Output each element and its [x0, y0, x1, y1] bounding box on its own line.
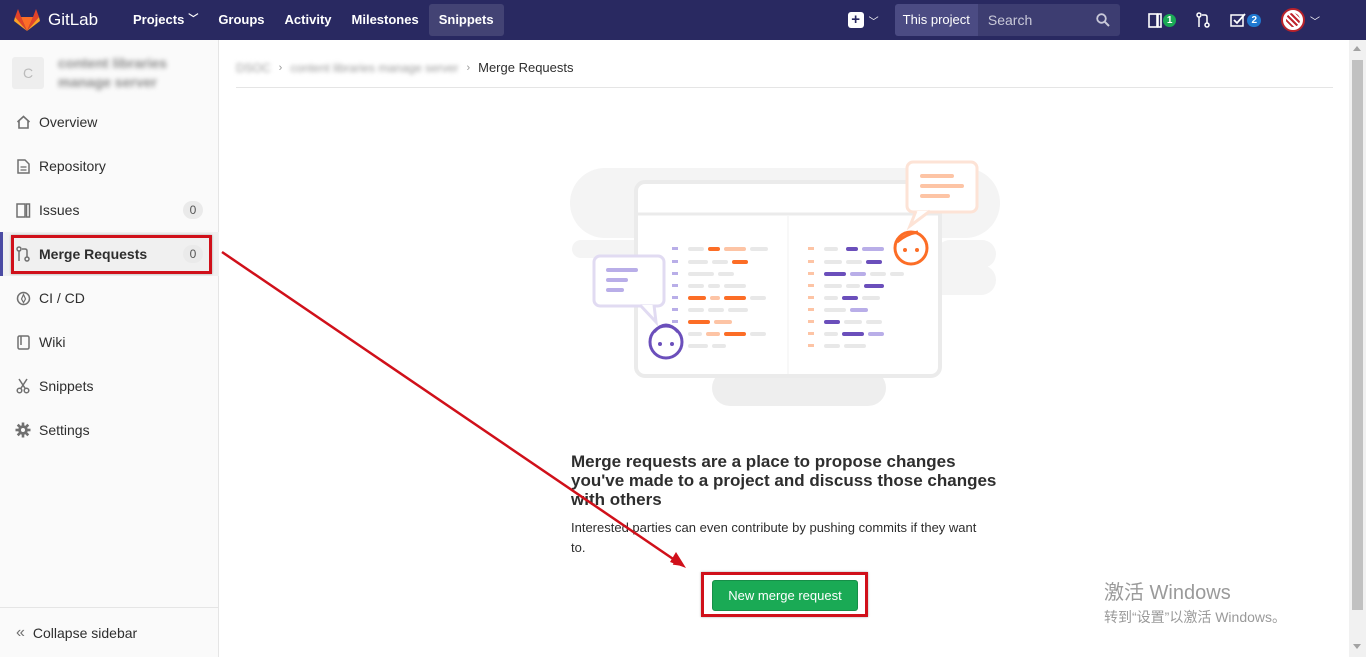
watermark-title: 激活 Windows [1104, 582, 1231, 604]
scroll-down-arrow-icon[interactable] [1353, 644, 1361, 649]
page-scrollbar[interactable] [1349, 40, 1366, 657]
scrollbar-thumb[interactable] [1352, 60, 1363, 610]
watermark-subtitle: 转到“设置”以激活 Windows。 [1104, 609, 1287, 625]
annotation-arrow [221, 250, 686, 568]
scroll-up-arrow-icon[interactable] [1353, 46, 1361, 51]
windows-activation-watermark: 激活 Windows 转到“设置”以激活 Windows。 [1104, 576, 1286, 627]
